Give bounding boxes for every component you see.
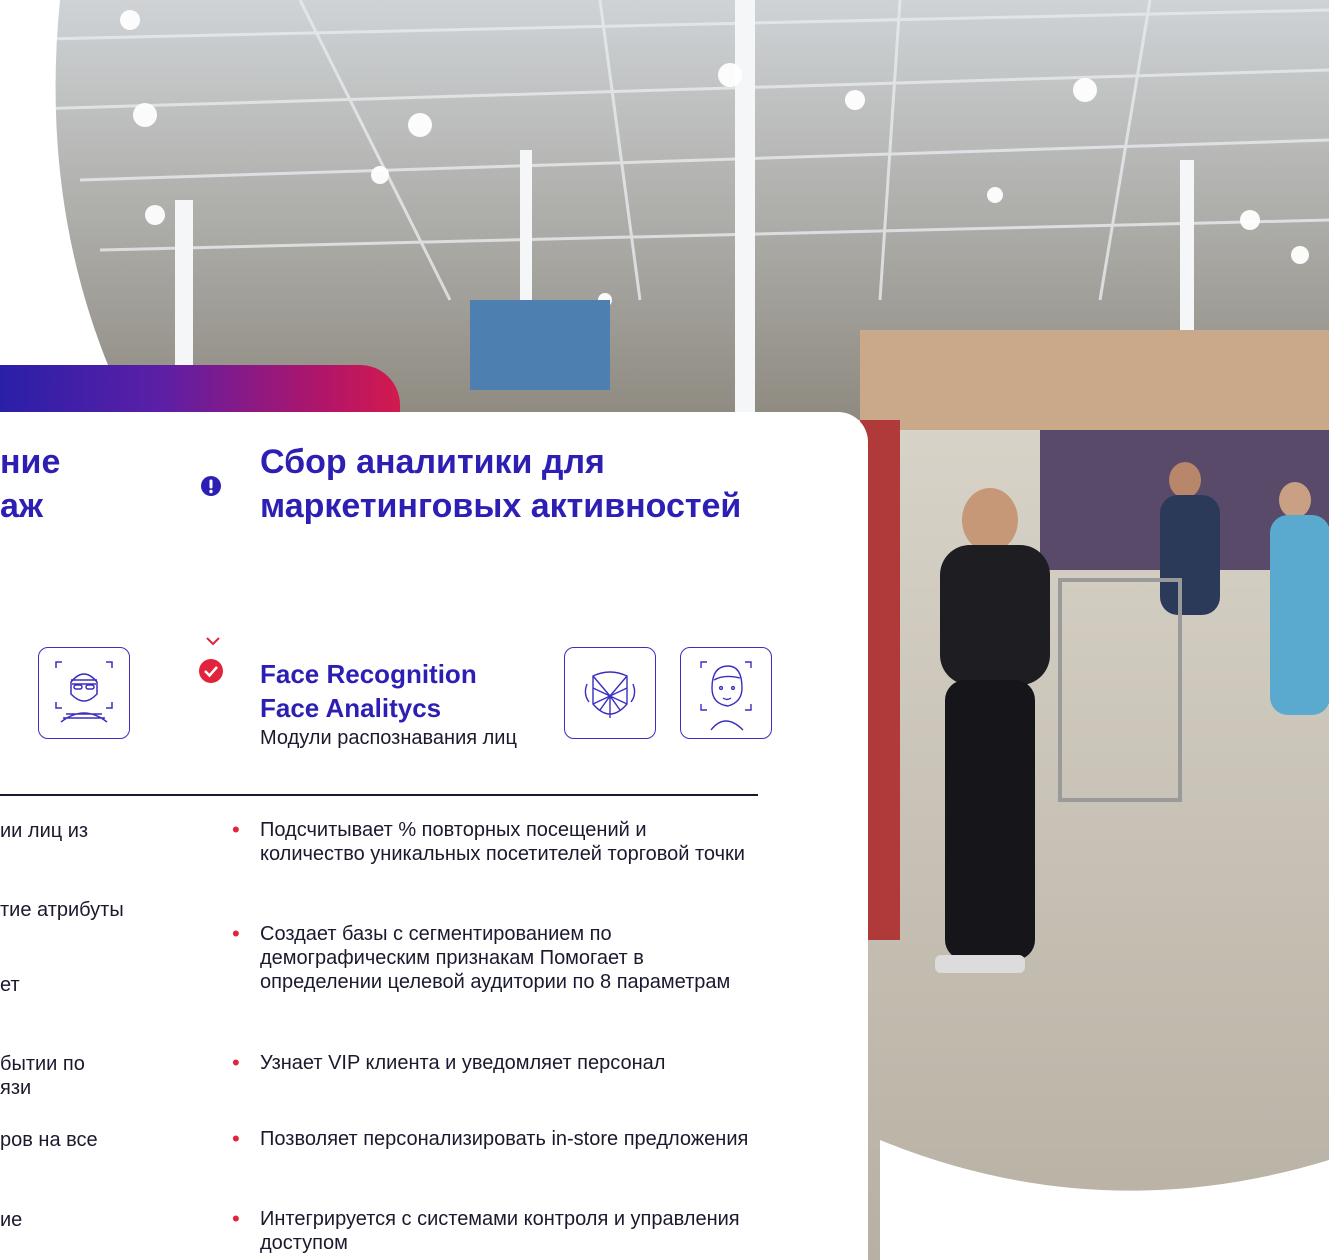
module-subtitle: Модули распознавания лиц bbox=[260, 727, 517, 749]
face-portrait-icon-box bbox=[680, 647, 772, 739]
bullet-dot: • bbox=[232, 1126, 240, 1151]
module-title-line-1: Face Recognition bbox=[260, 659, 477, 689]
bullet-dot: • bbox=[232, 817, 240, 842]
face-scan-mesh-icon-box bbox=[564, 647, 656, 739]
face-scan-mesh-icon bbox=[584, 671, 636, 718]
list-item: • Подсчитывает % повторных посещений и к… bbox=[232, 818, 752, 866]
chevron-down-icon bbox=[206, 637, 220, 646]
list-item-text: Узнает VIP клиента и уведомляет персонал bbox=[260, 1052, 666, 1074]
left-bullet-4a: бытии по bbox=[0, 1053, 85, 1075]
section-divider bbox=[0, 794, 758, 796]
module-title: Face Recognition Face Analitycs bbox=[260, 657, 477, 725]
bullet-dot: • bbox=[232, 921, 240, 946]
left-title-line-1: ние bbox=[0, 443, 61, 481]
left-bullet-2: тие атрибуты bbox=[0, 899, 124, 921]
left-bullet-3: ет bbox=[0, 974, 20, 996]
list-item: • Создает базы с сегментированием по дем… bbox=[232, 922, 752, 994]
list-item-text: Интегрируется с системами контроля и упр… bbox=[260, 1208, 740, 1254]
left-section-title: ние аж bbox=[0, 440, 60, 528]
left-title-line-2: аж bbox=[0, 487, 44, 525]
module-title-line-2: Face Analitycs bbox=[260, 693, 442, 723]
list-item-text: Создает базы с сегментированием по демог… bbox=[260, 923, 731, 993]
alert-icon bbox=[201, 476, 221, 496]
list-item: • Интегрируется с системами контроля и у… bbox=[232, 1207, 752, 1255]
left-bullet-1: ии лиц из bbox=[0, 820, 89, 842]
check-icon bbox=[199, 659, 223, 683]
bullet-dot: • bbox=[232, 1206, 240, 1231]
masked-face-icon bbox=[55, 661, 113, 723]
list-item-text: Подсчитывает % повторных посещений и кол… bbox=[260, 819, 745, 865]
left-bullet-4b: язи bbox=[0, 1077, 32, 1099]
list-item: • Позволяет персонализировать in-store п… bbox=[232, 1127, 752, 1151]
list-item: • Узнает VIP клиента и уведомляет персон… bbox=[232, 1051, 752, 1075]
masked-face-icon-box bbox=[38, 647, 130, 739]
list-item-text: Позволяет персонализировать in-store пре… bbox=[260, 1128, 749, 1150]
left-bullet-5: ров на все bbox=[0, 1129, 98, 1151]
right-section-title: Сбор аналитики для маркетинговых активно… bbox=[260, 443, 742, 525]
bullet-dot: • bbox=[232, 1050, 240, 1075]
face-portrait-icon bbox=[700, 661, 752, 731]
left-bullet-6: ие bbox=[0, 1209, 23, 1231]
